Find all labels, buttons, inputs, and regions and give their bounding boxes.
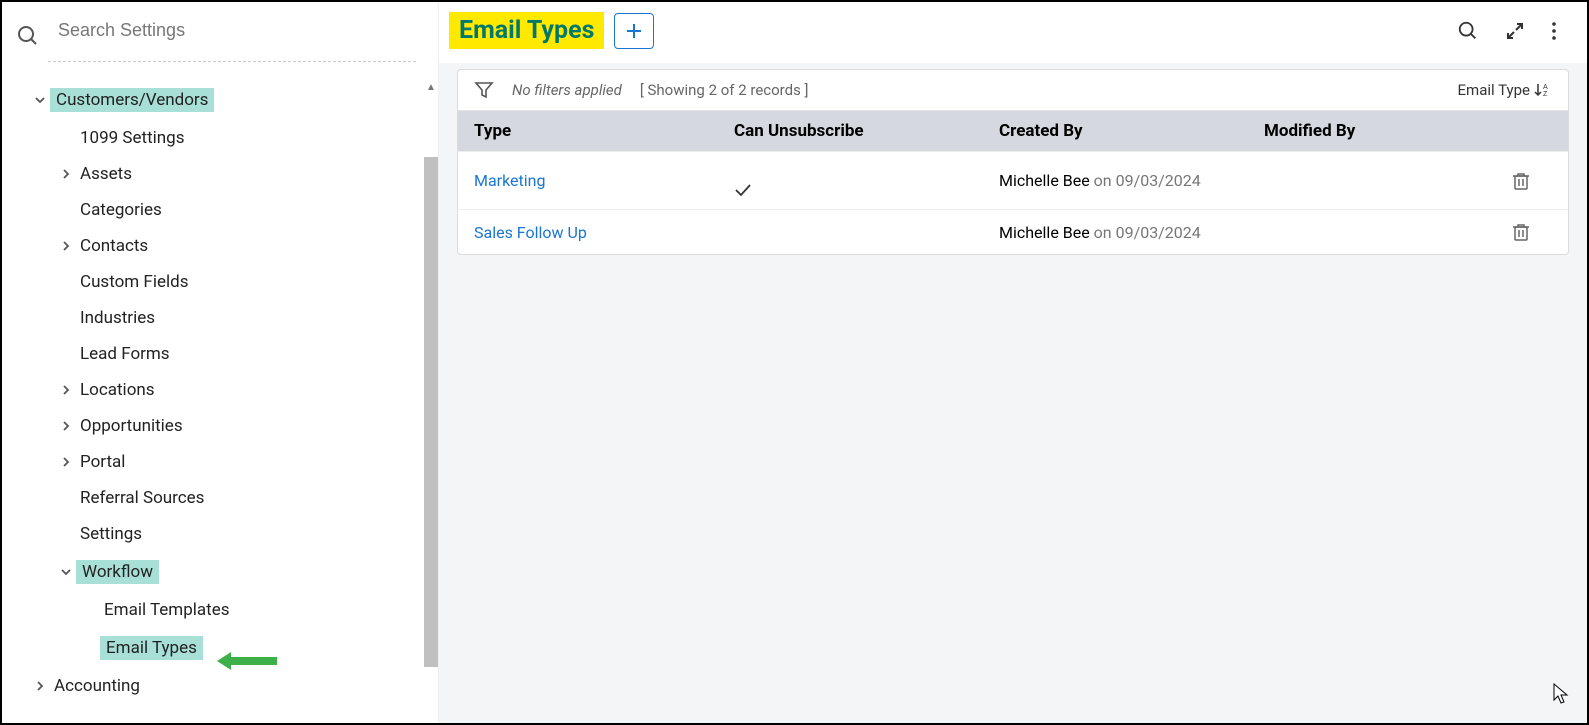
trash-icon[interactable] xyxy=(1512,222,1552,242)
search-input[interactable] xyxy=(58,20,418,51)
records-count: [ Showing 2 of 2 records ] xyxy=(640,81,809,99)
sidebar-item-label: Settings xyxy=(76,524,142,544)
sidebar-item-opportunities[interactable]: Opportunities xyxy=(2,408,438,444)
column-header-actions xyxy=(1512,121,1552,141)
type-link[interactable]: Marketing xyxy=(474,171,545,190)
arrow-annotation xyxy=(217,650,277,672)
more-icon[interactable] xyxy=(1551,21,1557,41)
sidebar-item-label: Portal xyxy=(76,452,125,472)
filter-icon[interactable] xyxy=(474,80,494,100)
search-bar xyxy=(2,2,438,61)
expand-icon[interactable] xyxy=(1505,21,1525,41)
chevron-right-icon xyxy=(56,240,76,252)
chevron-right-icon xyxy=(56,168,76,180)
sidebar-item-customers-vendors[interactable]: Customers/Vendors xyxy=(2,80,438,120)
sidebar-item-settings[interactable]: Settings xyxy=(2,516,438,552)
sidebar: Customers/Vendors 1099 Settings Assets C… xyxy=(2,2,439,723)
chevron-right-icon xyxy=(56,456,76,468)
table-container: No filters applied [ Showing 2 of 2 reco… xyxy=(457,69,1569,255)
filter-bar: No filters applied [ Showing 2 of 2 reco… xyxy=(458,70,1568,111)
column-header-modified-by[interactable]: Modified By xyxy=(1264,121,1512,141)
sidebar-item-workflow[interactable]: Workflow xyxy=(2,552,438,592)
column-header-unsubscribe[interactable]: Can Unsubscribe xyxy=(734,121,999,141)
table-row: Marketing Michelle Bee on 09/03/2024 xyxy=(458,151,1568,209)
scrollbar-thumb[interactable] xyxy=(424,157,438,667)
filter-status: No filters applied xyxy=(512,81,622,99)
trash-icon[interactable] xyxy=(1512,171,1552,191)
nav-tree: Customers/Vendors 1099 Settings Assets C… xyxy=(2,62,438,723)
sidebar-item-lead-forms[interactable]: Lead Forms xyxy=(2,336,438,372)
sidebar-item-label: Referral Sources xyxy=(76,488,204,508)
sidebar-item-label: Locations xyxy=(76,380,155,400)
sidebar-item-categories[interactable]: Categories xyxy=(2,192,438,228)
sort-icon: A Z xyxy=(1534,82,1552,98)
sidebar-item-label: Email Types xyxy=(100,636,203,660)
sidebar-item-label: Workflow xyxy=(76,560,159,584)
sidebar-item-industries[interactable]: Industries xyxy=(2,300,438,336)
sidebar-item-accounting[interactable]: Accounting xyxy=(2,668,438,704)
sidebar-item-label: Custom Fields xyxy=(76,272,188,292)
sidebar-item-custom-fields[interactable]: Custom Fields xyxy=(2,264,438,300)
sidebar-item-1099-settings[interactable]: 1099 Settings xyxy=(2,120,438,156)
column-header-type[interactable]: Type xyxy=(474,121,734,141)
scroll-up-arrow[interactable]: ▲ xyxy=(423,80,439,94)
sort-control[interactable]: Email Type A Z xyxy=(1458,81,1552,99)
page-title: Email Types xyxy=(449,12,604,49)
type-link[interactable]: Sales Follow Up xyxy=(474,223,587,242)
add-button[interactable] xyxy=(614,13,654,49)
chevron-down-icon xyxy=(30,94,50,106)
sidebar-item-locations[interactable]: Locations xyxy=(2,372,438,408)
svg-text:A: A xyxy=(1543,84,1548,91)
column-header-created-by[interactable]: Created By xyxy=(999,121,1264,141)
title-area: Email Types xyxy=(449,12,654,49)
sidebar-item-referral-sources[interactable]: Referral Sources xyxy=(2,480,438,516)
sidebar-item-label: Industries xyxy=(76,308,155,328)
sidebar-item-portal[interactable]: Portal xyxy=(2,444,438,480)
sidebar-item-label: Email Templates xyxy=(100,600,230,620)
main-header: Email Types xyxy=(439,2,1587,63)
created-by-cell: Michelle Bee on 09/03/2024 xyxy=(999,223,1264,242)
check-icon xyxy=(734,164,999,197)
sort-label: Email Type xyxy=(1458,81,1530,99)
sidebar-item-assets[interactable]: Assets xyxy=(2,156,438,192)
sidebar-item-label: Contacts xyxy=(76,236,148,256)
plus-icon xyxy=(625,22,643,40)
main-content: Email Types xyxy=(439,2,1587,723)
sidebar-item-label: Opportunities xyxy=(76,416,183,436)
search-icon xyxy=(16,24,40,48)
table-header: Type Can Unsubscribe Created By Modified… xyxy=(458,111,1568,151)
cursor-icon xyxy=(1553,683,1569,705)
created-by-cell: Michelle Bee on 09/03/2024 xyxy=(999,171,1264,190)
chevron-right-icon xyxy=(30,680,50,692)
search-icon[interactable] xyxy=(1457,20,1479,42)
content-area: No filters applied [ Showing 2 of 2 reco… xyxy=(439,63,1587,273)
sidebar-item-label: 1099 Settings xyxy=(76,128,185,148)
sidebar-item-label: Accounting xyxy=(50,676,140,696)
sidebar-item-label: Categories xyxy=(76,200,162,220)
sidebar-item-email-templates[interactable]: Email Templates xyxy=(2,592,438,628)
chevron-right-icon xyxy=(56,420,76,432)
chevron-down-icon xyxy=(56,566,76,578)
svg-text:Z: Z xyxy=(1543,91,1548,98)
header-actions xyxy=(1457,20,1567,42)
chevron-right-icon xyxy=(56,384,76,396)
sidebar-item-label: Customers/Vendors xyxy=(50,88,214,112)
sidebar-item-contacts[interactable]: Contacts xyxy=(2,228,438,264)
sidebar-item-label: Lead Forms xyxy=(76,344,170,364)
table-row: Sales Follow Up Michelle Bee on 09/03/20… xyxy=(458,209,1568,254)
sidebar-item-label: Assets xyxy=(76,164,132,184)
